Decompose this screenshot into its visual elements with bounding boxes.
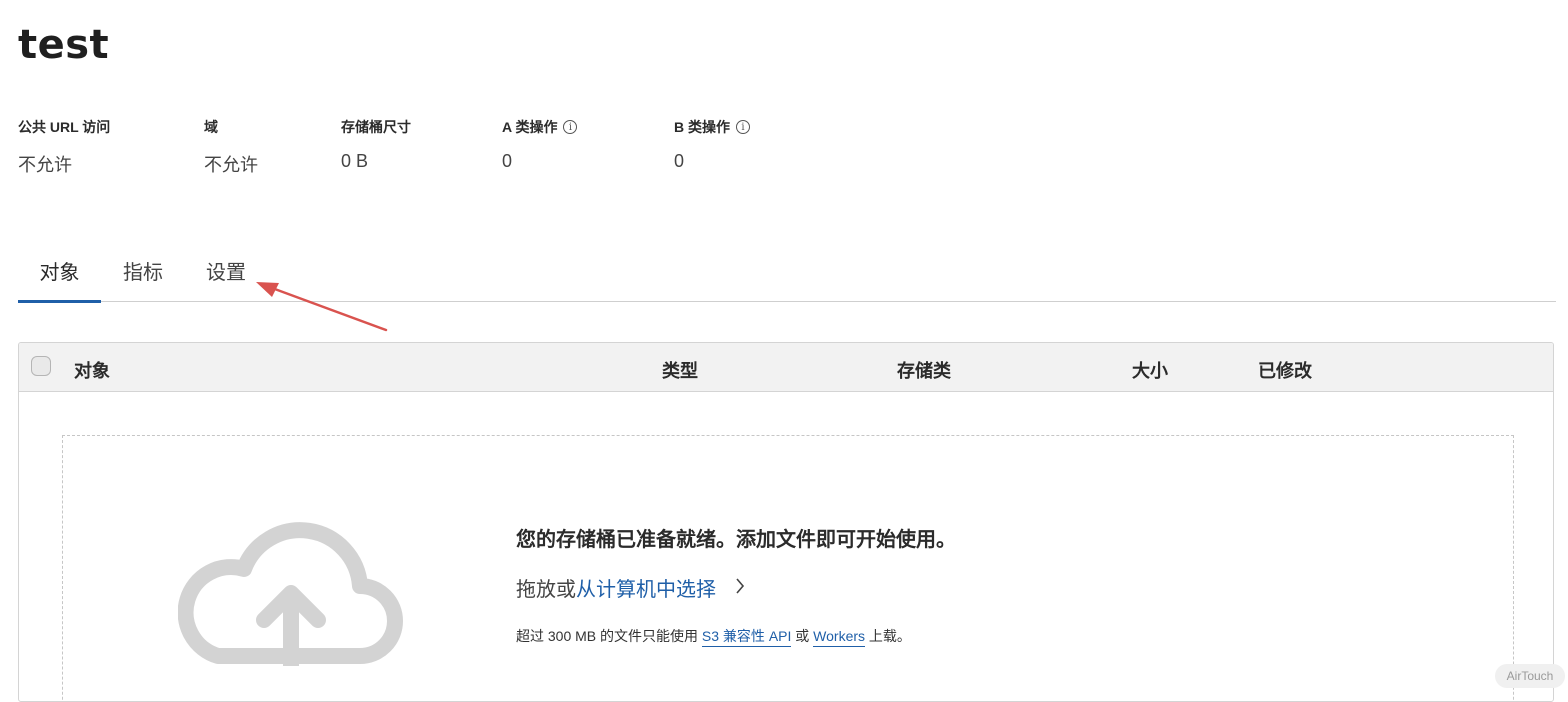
note-text: 或 [791, 628, 814, 644]
upload-dropzone[interactable]: 您的存储桶已准备就绪。添加文件即可开始使用。 拖放或从计算机中选择 超过 300… [62, 435, 1514, 701]
stat-value: 0 [502, 151, 513, 171]
info-icon[interactable]: i [736, 120, 750, 134]
select-from-computer-link[interactable]: 从计算机中选择 [576, 579, 716, 601]
chevron-right-icon[interactable] [735, 577, 745, 595]
objects-table: 对象 类型 存储类 大小 已修改 您的存储桶已准备就绪。添加文件即可开始使用。 … [18, 342, 1554, 702]
dropzone-heading: 您的存储桶已准备就绪。添加文件即可开始使用。 [516, 529, 956, 551]
column-header-type[interactable]: 类型 [662, 357, 698, 383]
stat-value: 不允许 [18, 155, 72, 175]
stat-class-b-operations: B 类操作 i 0 [674, 117, 750, 172]
stat-domain: 域 不允许 [204, 117, 258, 177]
stat-label: 域 [204, 119, 218, 135]
stat-label: A 类操作 [502, 119, 558, 135]
upload-size-note: 超过 300 MB 的文件只能使用 S3 兼容性 API 或 Workers 上… [516, 626, 911, 647]
cloud-upload-icon [178, 522, 403, 666]
stat-value: 0 [674, 151, 685, 171]
tab-settings[interactable]: 设置 [205, 256, 247, 300]
workers-link[interactable]: Workers [813, 628, 866, 647]
annotation-arrow [256, 282, 388, 332]
note-text: 超过 300 MB 的文件只能使用 [516, 628, 702, 644]
table-header: 对象 类型 存储类 大小 已修改 [19, 343, 1553, 392]
s3-api-link[interactable]: S3 兼容性 API [701, 628, 792, 647]
stat-label: 存储桶尺寸 [341, 119, 411, 135]
stat-label: 公共 URL 访问 [18, 119, 111, 135]
tab-metrics[interactable]: 指标 [122, 256, 164, 300]
column-header-size[interactable]: 大小 [1132, 357, 1168, 383]
stat-value: 不允许 [204, 155, 258, 175]
stat-label: B 类操作 [674, 119, 730, 135]
dropzone-action: 拖放或从计算机中选择 [516, 573, 716, 602]
select-all-checkbox[interactable] [31, 356, 51, 376]
column-header-storage-class[interactable]: 存储类 [897, 357, 951, 383]
stat-public-url-access: 公共 URL 访问 不允许 [18, 117, 110, 177]
drag-drop-text: 拖放或 [516, 579, 576, 601]
info-icon[interactable]: i [563, 120, 578, 134]
page-title: test [18, 22, 110, 68]
column-header-modified[interactable]: 已修改 [1258, 357, 1312, 383]
tab-bar: 对象 指标 设置 [18, 248, 1556, 303]
note-text: 上载。 [865, 628, 911, 644]
stat-bucket-size: 存储桶尺寸 0 B [341, 117, 411, 172]
column-header-object[interactable]: 对象 [74, 357, 110, 383]
stat-value: 0 B [341, 151, 369, 171]
airtouch-badge[interactable]: AirTouch [1495, 664, 1565, 688]
stat-class-a-operations: A 类操作 i 0 [502, 117, 578, 172]
tab-objects[interactable]: 对象 [18, 256, 101, 303]
